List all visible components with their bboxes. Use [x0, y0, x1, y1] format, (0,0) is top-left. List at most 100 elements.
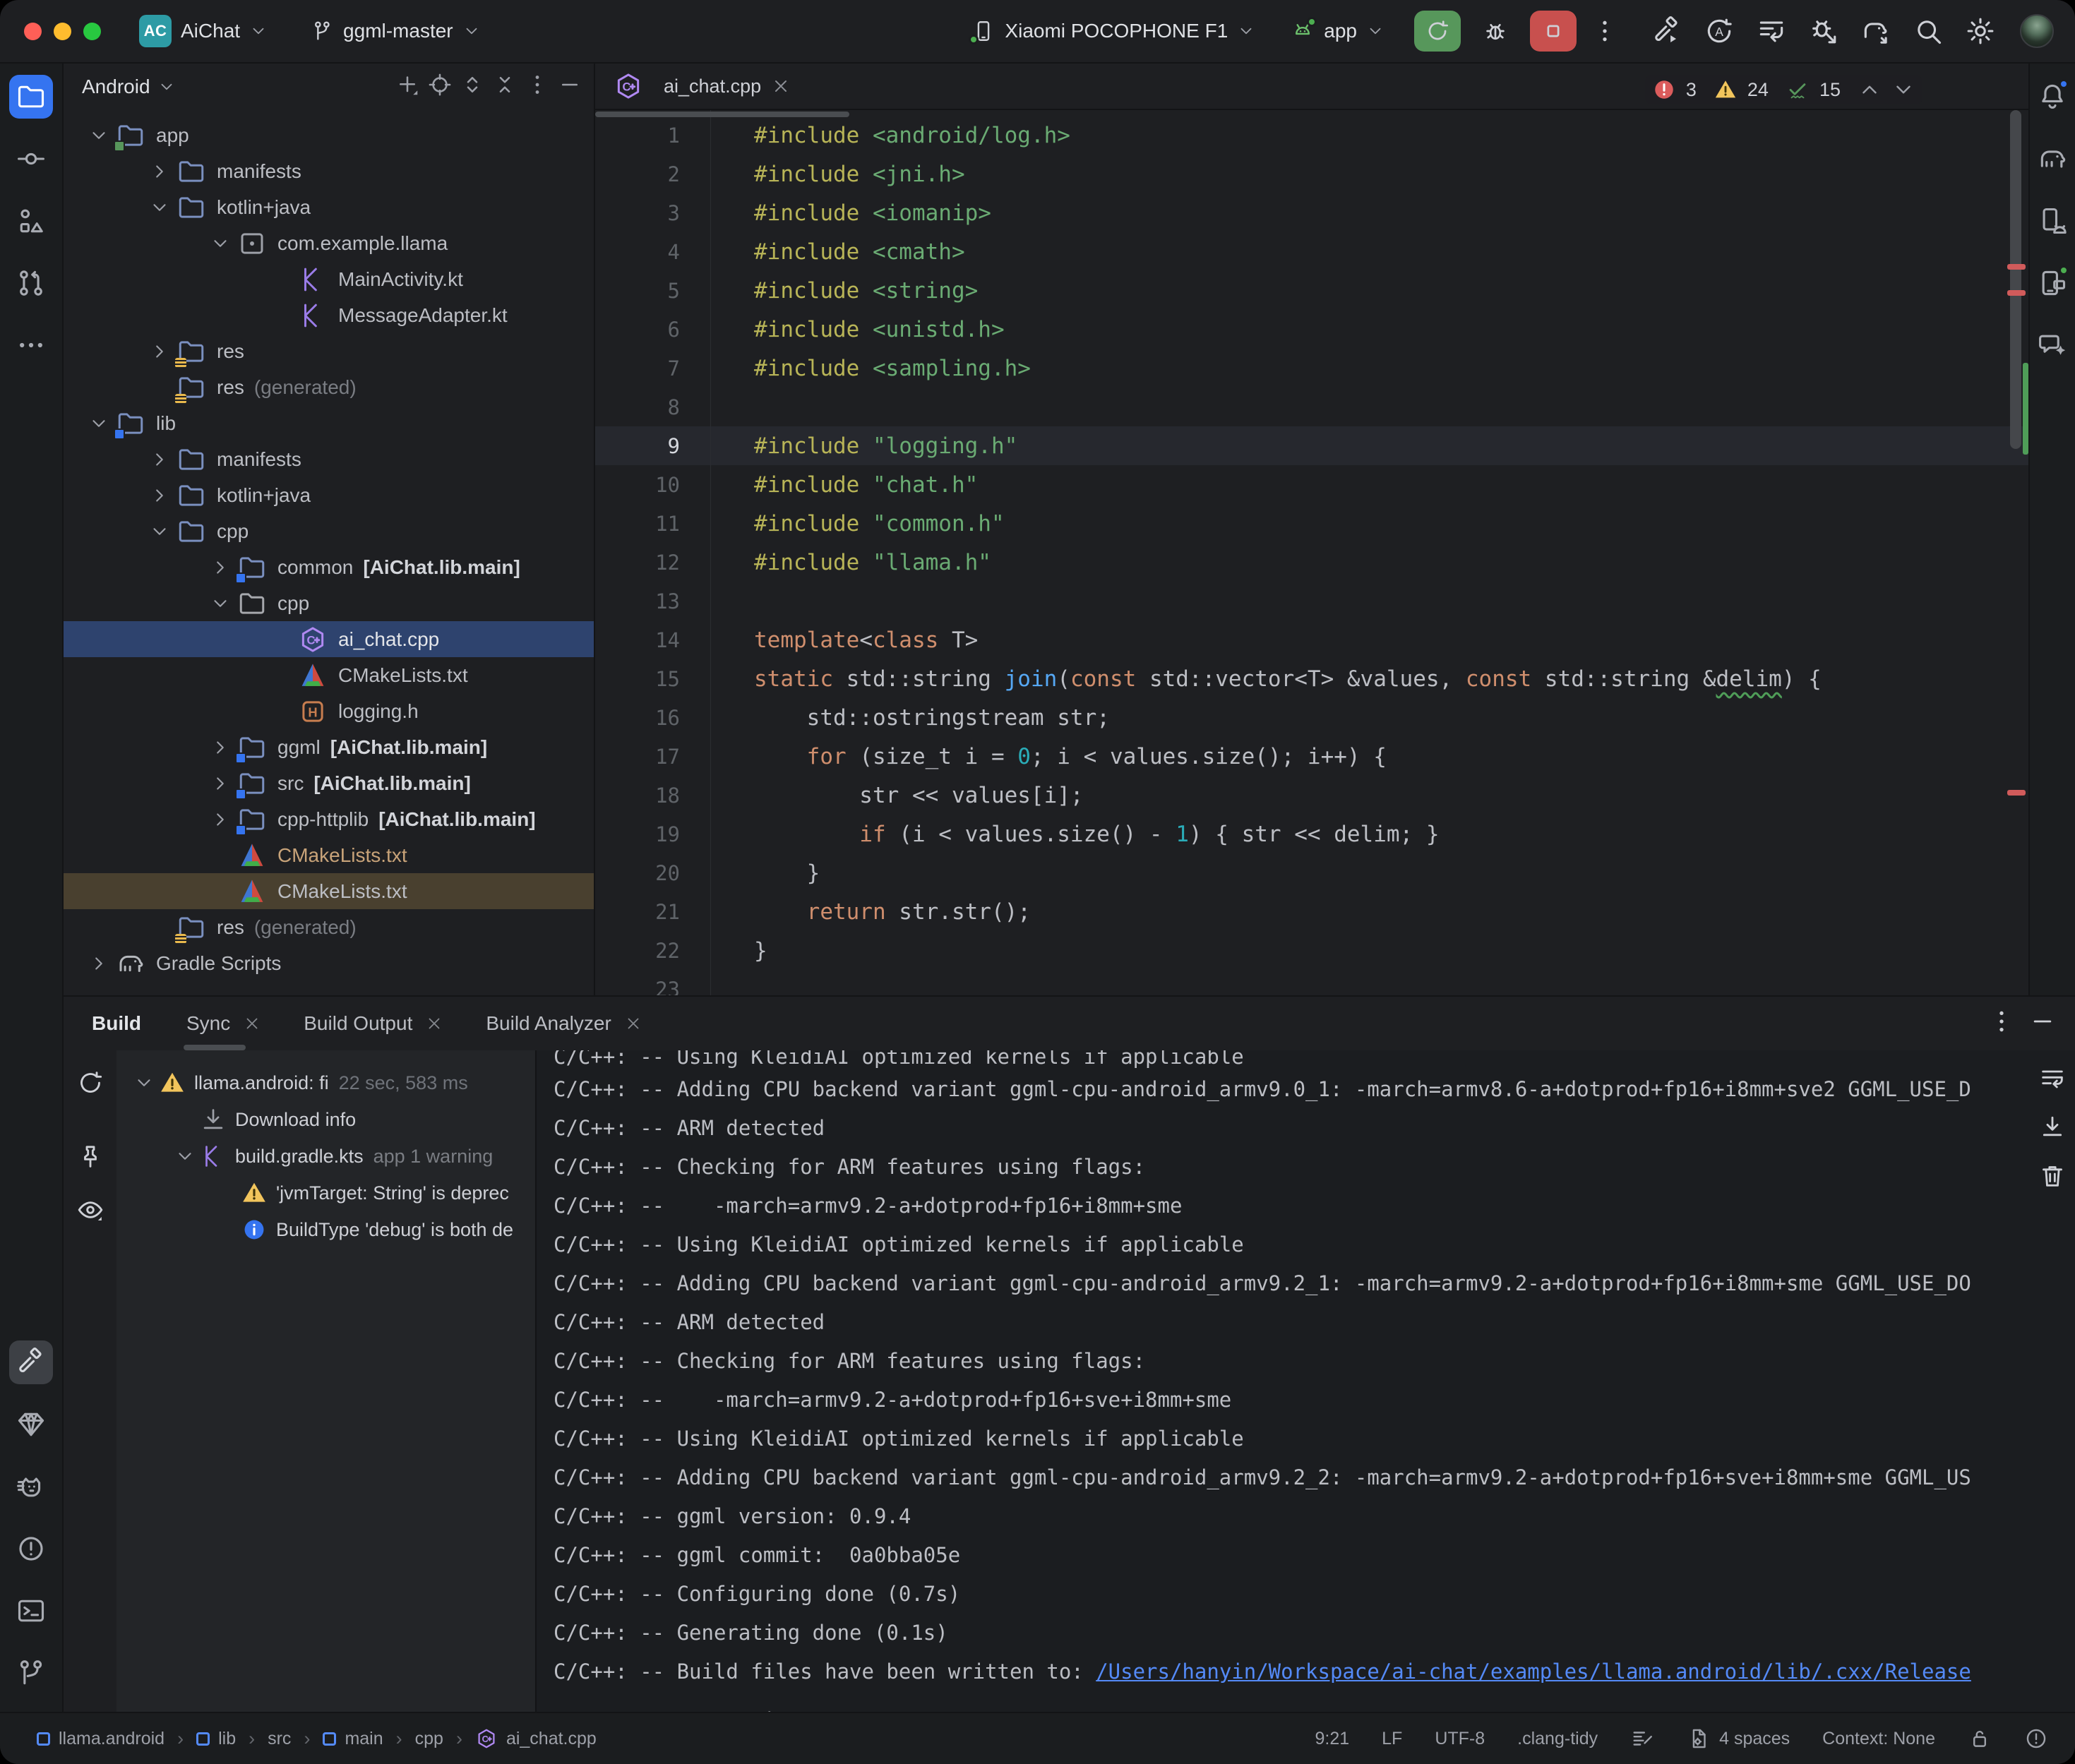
rerun-button[interactable]: [1414, 11, 1461, 52]
next-problem-icon[interactable]: [1891, 78, 1915, 102]
tree-item-cmakelists-txt[interactable]: CMakeLists.txt: [64, 837, 594, 873]
breadcrumb-src[interactable]: src: [268, 1729, 291, 1749]
code-line-14[interactable]: 14template<class T>: [595, 620, 2028, 659]
caret-position[interactable]: 9:21: [1315, 1729, 1349, 1749]
notifications-button[interactable]: [2031, 75, 2074, 119]
code-style-formatter[interactable]: [1630, 1727, 1654, 1751]
breadcrumb-llama-android[interactable]: llama.android: [37, 1729, 165, 1749]
code-line-8[interactable]: 8: [595, 388, 2028, 426]
tree-item-res[interactable]: res(generated): [64, 909, 594, 945]
project-tool-button[interactable]: [9, 75, 53, 119]
build-tree-item[interactable]: Download info: [116, 1101, 535, 1138]
code-line-2[interactable]: 2#include <jni.h>: [595, 155, 2028, 193]
code-line-15[interactable]: 15static std::string join(const std::vec…: [595, 659, 2028, 698]
stop-button[interactable]: [1530, 11, 1577, 52]
attach-debugger-button[interactable]: [1807, 14, 1841, 48]
tree-item-ai-chat-cpp[interactable]: Cai_chat.cpp: [64, 621, 594, 657]
tree-item-kotlin-java[interactable]: kotlin+java: [64, 477, 594, 513]
gradle-tool-button[interactable]: [2031, 137, 2074, 181]
tree-item-kotlin-java[interactable]: kotlin+java: [64, 189, 594, 225]
expand-all-button[interactable]: [460, 72, 485, 102]
tree-item-cpp[interactable]: cpp: [64, 585, 594, 621]
tree-item-manifests[interactable]: manifests: [64, 441, 594, 477]
code-line-19[interactable]: 19 if (i < values.size() - 1) { str << d…: [595, 815, 2028, 853]
close-tab-icon[interactable]: [243, 1014, 261, 1033]
code-line-6[interactable]: 6#include <unistd.h>: [595, 310, 2028, 349]
breadcrumb-main[interactable]: main: [323, 1729, 383, 1749]
chevron-right-icon[interactable]: [203, 733, 237, 762]
tree-item-com-example-llama[interactable]: com.example.llama: [64, 225, 594, 261]
breadcrumb-ai-chat-cpp[interactable]: Cai_chat.cpp: [475, 1727, 597, 1750]
version-control-tool-button[interactable]: [9, 1651, 53, 1695]
apply-changes-and-restart-button[interactable]: A: [1702, 14, 1736, 48]
chevron-right-icon[interactable]: [203, 805, 237, 834]
code-line-23[interactable]: 23: [595, 970, 2028, 995]
chevron-down-icon[interactable]: [82, 121, 116, 150]
indent-config[interactable]: 4 spaces: [1687, 1727, 1790, 1751]
chevron-right-icon[interactable]: [203, 553, 237, 582]
hide-build-panel-button[interactable]: [2028, 1007, 2057, 1040]
chevron-down-icon[interactable]: [129, 1069, 159, 1097]
code-line-22[interactable]: 22}: [595, 931, 2028, 970]
build-tab-sync[interactable]: Sync: [181, 997, 267, 1050]
error-stripe-mark[interactable]: [2007, 290, 2026, 296]
code-line-21[interactable]: 21 return str.str();: [595, 892, 2028, 931]
chevron-down-icon[interactable]: [143, 193, 177, 222]
problems-tool-button[interactable]: [9, 1527, 53, 1571]
code-line-11[interactable]: 11#include "common.h": [595, 504, 2028, 543]
close-tab-icon[interactable]: [624, 1014, 642, 1033]
more-tool-windows-button[interactable]: [9, 323, 53, 367]
code-line-9[interactable]: 9#include "logging.h": [595, 426, 2028, 465]
build-tree-item[interactable]: BuildType 'debug' is both de: [116, 1211, 535, 1248]
build-tab-build-analyzer[interactable]: Build Analyzer: [480, 997, 647, 1050]
project-widget[interactable]: AC AiChat: [132, 11, 275, 52]
code-editor[interactable]: 1#include <android/log.h>2#include <jni.…: [595, 110, 2028, 995]
chevron-down-icon[interactable]: [82, 409, 116, 438]
breadcrumb-cpp[interactable]: cpp: [415, 1729, 443, 1749]
apply-code-changes-button[interactable]: [1754, 14, 1788, 48]
tree-item-cmakelists-txt[interactable]: CMakeLists.txt: [64, 873, 594, 909]
error-stripe-mark[interactable]: [2007, 790, 2026, 796]
code-line-7[interactable]: 7#include <sampling.h>: [595, 349, 2028, 388]
chevron-down-icon[interactable]: [170, 1142, 200, 1170]
user-avatar[interactable]: [2020, 14, 2054, 48]
close-window-button[interactable]: [24, 23, 42, 40]
clear-console-button[interactable]: [2038, 1162, 2067, 1195]
build-and-run-button[interactable]: [1650, 14, 1684, 48]
editor-tab-ai-chat-cpp[interactable]: C ai_chat.cpp: [608, 71, 796, 101]
code-line-13[interactable]: 13: [595, 582, 2028, 620]
previous-problem-icon[interactable]: [1858, 78, 1882, 102]
code-line-1[interactable]: 1#include <android/log.h>: [595, 116, 2028, 155]
build-output-path-link[interactable]: /Users/hanyin/Workspace/ai-chat/examples…: [1096, 1660, 1971, 1684]
tree-item-manifests[interactable]: manifests: [64, 153, 594, 189]
project-view-selector[interactable]: Android: [82, 76, 150, 98]
build-tree-item[interactable]: llama.android: fi22 sec, 583 ms: [116, 1064, 535, 1101]
close-tab-icon[interactable]: [771, 76, 791, 96]
code-line-20[interactable]: 20 }: [595, 853, 2028, 892]
select-opened-file-button[interactable]: [427, 72, 453, 102]
hide-project-panel-button[interactable]: [557, 72, 582, 102]
code-line-17[interactable]: 17 for (size_t i = 0; i < values.size();…: [595, 737, 2028, 776]
tree-item-mainactivity-kt[interactable]: MainActivity.kt: [64, 261, 594, 297]
pin-tab-button[interactable]: [76, 1143, 104, 1175]
device-manager-tool-button[interactable]: [2031, 199, 2074, 243]
structure-tool-button[interactable]: [9, 199, 53, 243]
debug-button[interactable]: [1472, 11, 1519, 52]
code-line-10[interactable]: 10#include "chat.h": [595, 465, 2028, 504]
tree-item-res[interactable]: res(generated): [64, 369, 594, 405]
editor-scrollbar[interactable]: [2010, 110, 2021, 449]
restart-sync-button[interactable]: [76, 1069, 104, 1100]
tree-item-ggml[interactable]: ggml[AiChat.lib.main]: [64, 729, 594, 765]
tree-item-res[interactable]: res: [64, 333, 594, 369]
settings-button[interactable]: [1963, 14, 1997, 48]
running-devices-tool-button[interactable]: [2031, 261, 2074, 305]
tree-item-lib[interactable]: lib: [64, 405, 594, 441]
sync-project-with-gradle-button[interactable]: [1859, 14, 1893, 48]
sync-console[interactable]: C/C++: -- Using KleidiAI optimized kerne…: [537, 1050, 2075, 1712]
code-line-5[interactable]: 5#include <string>: [595, 271, 2028, 310]
chevron-right-icon[interactable]: [143, 445, 177, 474]
code-line-3[interactable]: 3#include <iomanip>: [595, 193, 2028, 232]
context[interactable]: Context: None: [1822, 1729, 1935, 1749]
code-line-18[interactable]: 18 str << values[i];: [595, 776, 2028, 815]
add-button[interactable]: [395, 72, 420, 102]
